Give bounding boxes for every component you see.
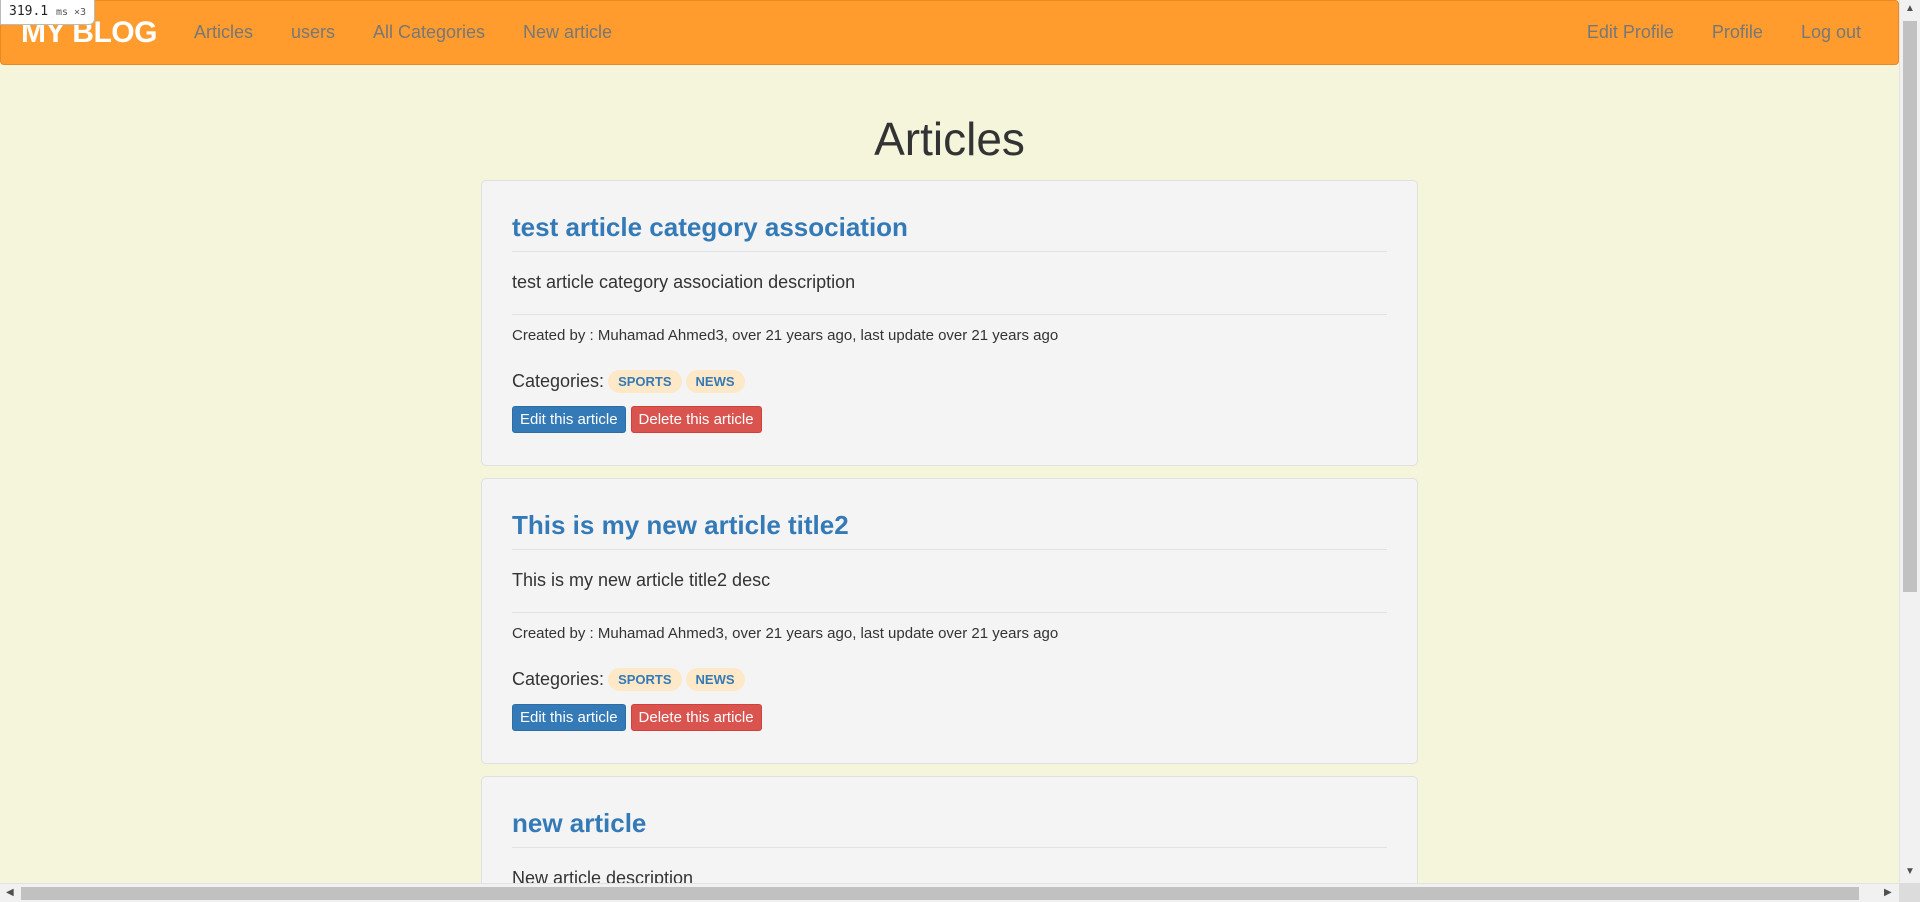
category-badge[interactable]: SPORTS — [608, 370, 682, 393]
scrollbar-corner — [1899, 883, 1920, 902]
nav-new-article[interactable]: New article — [504, 22, 631, 43]
perf-value: 319.1 — [9, 4, 49, 19]
categories-label: Categories: — [512, 669, 605, 689]
horizontal-scrollbar[interactable]: ◀ ▶ — [0, 883, 1899, 902]
nav-profile[interactable]: Profile — [1693, 22, 1782, 43]
categories-label: Categories: — [512, 371, 605, 391]
article-description: This is my new article title2 desc — [512, 550, 1387, 613]
article-card: test article category association test a… — [481, 180, 1418, 466]
article-meta: Created by : Muhamad Ahmed3, over 21 yea… — [512, 327, 1059, 344]
delete-article-button[interactable]: Delete this article — [630, 704, 762, 731]
category-badge[interactable]: NEWS — [685, 370, 745, 393]
edit-article-button[interactable]: Edit this article — [512, 406, 626, 433]
article-card: This is my new article title2 This is my… — [481, 478, 1418, 764]
nav-users[interactable]: users — [272, 22, 354, 43]
article-title[interactable]: new article — [512, 777, 1387, 848]
edit-article-button[interactable]: Edit this article — [512, 704, 626, 731]
vertical-scroll-thumb[interactable] — [1903, 21, 1917, 592]
nav-edit-profile[interactable]: Edit Profile — [1568, 22, 1693, 43]
vertical-scrollbar[interactable]: ▲ ▼ — [1899, 0, 1920, 883]
article-categories: Categories: SPORTS NEWS — [512, 668, 1387, 691]
article-actions: Edit this article Delete this article — [512, 704, 1387, 763]
nav-all-categories[interactable]: All Categories — [354, 22, 504, 43]
scroll-left-icon[interactable]: ◀ — [6, 887, 14, 898]
article-title[interactable]: This is my new article title2 — [512, 479, 1387, 550]
nav-articles[interactable]: Articles — [175, 22, 272, 43]
nav-log-out[interactable]: Log out — [1782, 22, 1880, 43]
category-badge[interactable]: SPORTS — [608, 668, 682, 691]
article-actions: Edit this article Delete this article — [512, 406, 1387, 465]
navbar: MY BLOG Articles users All Categories Ne… — [0, 0, 1899, 65]
article-categories: Categories: SPORTS NEWS — [512, 370, 1387, 393]
category-badge[interactable]: NEWS — [685, 668, 745, 691]
article-meta: Created by : Muhamad Ahmed3, over 21 yea… — [512, 625, 1059, 642]
perf-badge: 319.1 ms ×3 — [0, 0, 96, 25]
scroll-right-icon[interactable]: ▶ — [1884, 887, 1892, 898]
nav-right: Edit Profile Profile Log out — [1568, 22, 1880, 43]
article-card: new article New article description — [481, 776, 1418, 896]
page-title: Articles — [874, 113, 1025, 165]
article-description: test article category association descri… — [512, 252, 1387, 315]
horizontal-scroll-thumb[interactable] — [21, 887, 1859, 900]
article-title[interactable]: test article category association — [512, 181, 1387, 252]
delete-article-button[interactable]: Delete this article — [630, 406, 762, 433]
scroll-up-icon[interactable]: ▲ — [1905, 3, 1915, 14]
perf-unit: ms ×3 — [55, 7, 87, 18]
scroll-down-icon[interactable]: ▼ — [1905, 866, 1915, 877]
